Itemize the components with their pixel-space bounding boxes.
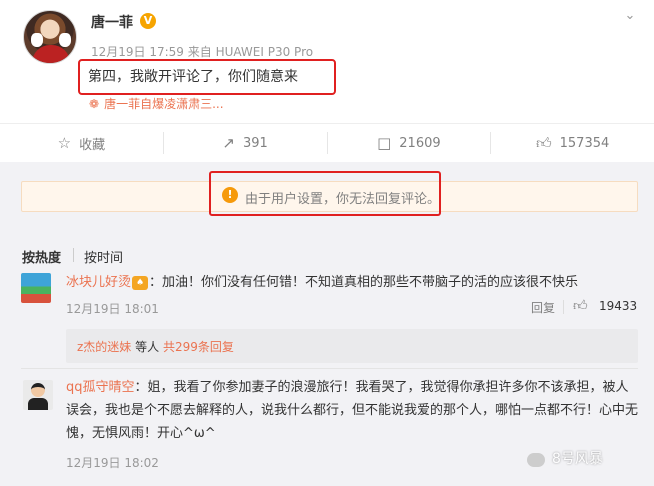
- comment-time: 12月19日 18:01: [66, 302, 159, 316]
- source-link[interactable]: ❁ 唐一菲自爆凌潇肃三...: [89, 95, 224, 112]
- comment-time: 12月19日 18:02: [66, 456, 159, 470]
- like-button[interactable]: 👍︎ 157354: [491, 124, 654, 162]
- flower-icon: ❁: [89, 97, 100, 111]
- notice-text: 由于用户设置，你无法回复评论。: [245, 192, 441, 207]
- thumbs-up-icon[interactable]: 👍︎: [573, 297, 588, 314]
- thumbs-up-icon: 👍︎: [535, 133, 552, 152]
- author-name[interactable]: 唐一菲: [91, 12, 133, 32]
- star-icon: ☆: [57, 134, 72, 152]
- post-meta: 12月19日 17:59 来自 HUAWEI P30 Pro: [91, 45, 314, 59]
- source-link-label: 唐一菲自爆凌潇肃三...: [104, 97, 224, 111]
- comment-content: ：加油！你们没有任何错！不知道真相的那些不带脑子的活的应该很不快乐: [149, 275, 579, 290]
- commenter-name[interactable]: qq孤守晴空: [66, 380, 135, 395]
- fan-medal-icon: ♠: [132, 275, 149, 290]
- divider: [563, 300, 564, 314]
- repost-count: 391: [243, 135, 268, 151]
- commenter-avatar[interactable]: [23, 380, 53, 410]
- verified-icon: V: [140, 13, 156, 29]
- comment-content: ：姐，我看了你参加妻子的浪漫旅行！我看哭了，我觉得你承担许多你不该承担，被人误会…: [66, 380, 639, 441]
- post-header: 唐一菲 V ⌄ 12月19日 17:59 来自 HUAWEI P30 Pro 第…: [0, 0, 654, 124]
- reply-button[interactable]: 回复: [531, 299, 555, 316]
- divider: [73, 248, 74, 262]
- repost-button[interactable]: ↗ 391: [164, 124, 327, 162]
- wechat-icon: [527, 452, 545, 467]
- comment-icon: □: [377, 134, 392, 152]
- commenter-avatar[interactable]: [21, 273, 51, 303]
- author-avatar[interactable]: [23, 10, 77, 64]
- repost-icon: ↗: [222, 134, 235, 152]
- warning-icon: !: [222, 187, 238, 203]
- action-bar: ☆ 收藏 ↗ 391 □ 21609 👍︎ 157354: [0, 124, 654, 162]
- comment-text: qq孤守晴空：姐，我看了你参加妻子的浪漫旅行！我看哭了，我觉得你承担许多你不该承…: [66, 376, 640, 445]
- view-all-replies-link[interactable]: 共299条回复: [163, 340, 234, 354]
- chevron-down-icon[interactable]: ⌄: [622, 8, 638, 24]
- comment-text: 冰块儿好烫 ♠ ：加油！你们没有任何错！不知道真相的那些不带脑子的活的应该很不快乐: [66, 271, 626, 294]
- sub-reply-user[interactable]: z杰的迷妹: [77, 340, 131, 354]
- divider: [21, 368, 638, 369]
- sub-reply-middle: 等人: [135, 340, 160, 354]
- sub-replies-summary[interactable]: z杰的迷妹 等人 共299条回复: [77, 338, 234, 355]
- like-count: 157354: [559, 135, 610, 151]
- post-text: 第四，我敞开评论了，你们随意来: [88, 69, 298, 85]
- comment-count: 21609: [399, 135, 441, 151]
- favorite-label: 收藏: [79, 137, 106, 153]
- sort-by-hot-tab[interactable]: 按热度: [22, 247, 61, 266]
- comment-like-count: 19433: [599, 299, 638, 313]
- sort-by-time-tab[interactable]: 按时间: [84, 247, 123, 266]
- watermark: 8号风暴: [527, 448, 603, 468]
- favorite-button[interactable]: ☆ 收藏: [0, 124, 163, 162]
- comment-button[interactable]: □ 21609: [328, 124, 491, 162]
- commenter-name[interactable]: 冰块儿好烫: [66, 275, 131, 290]
